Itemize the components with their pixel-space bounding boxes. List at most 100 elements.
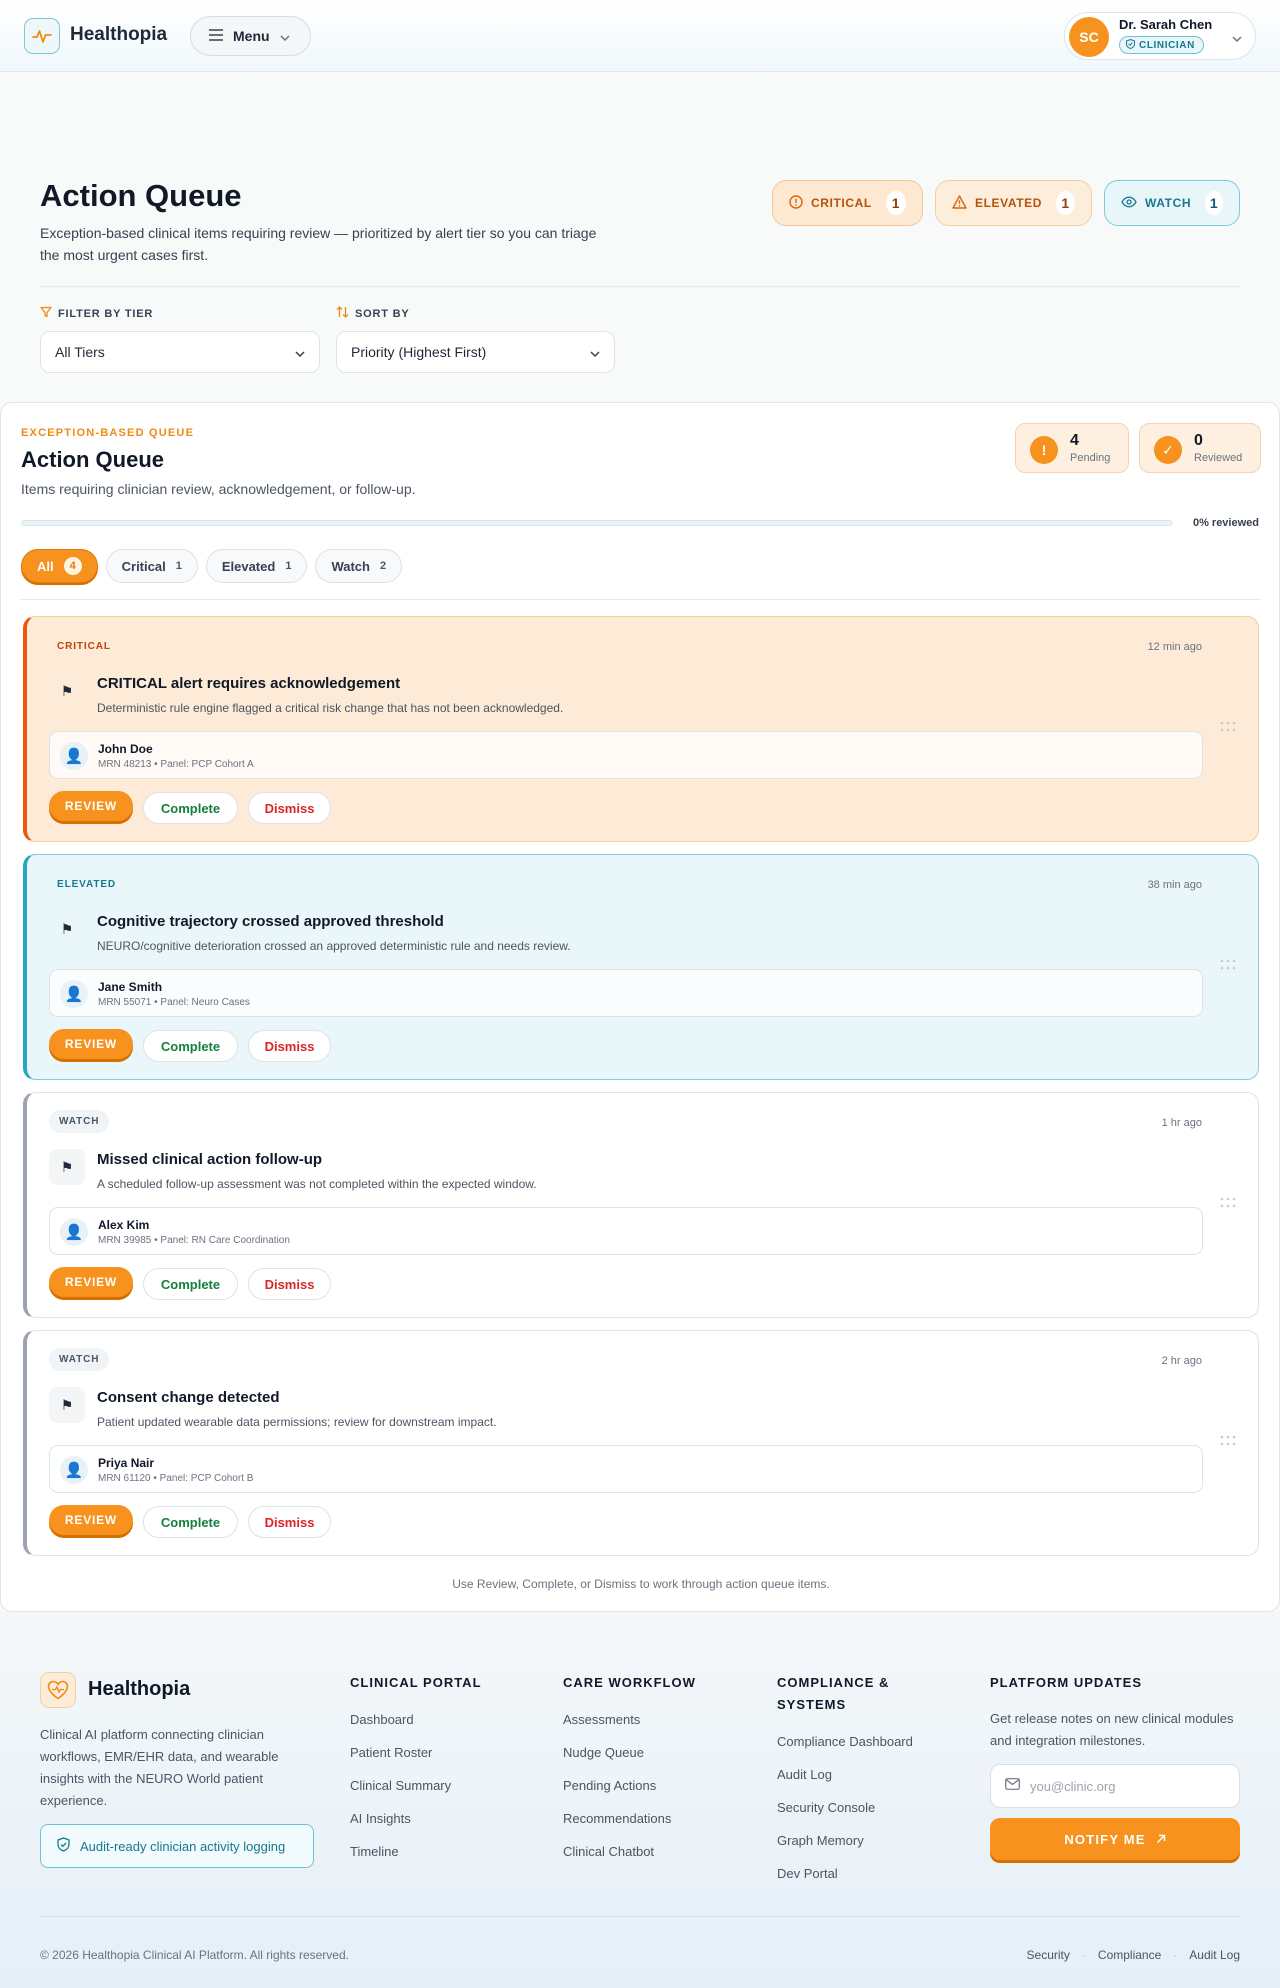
patient-row[interactable]: 👤 Jane Smith MRN 55071 • Panel: Neuro Ca…: [49, 969, 1203, 1017]
drag-handle-icon[interactable]: [1218, 1195, 1238, 1211]
complete-button[interactable]: Complete: [143, 1268, 238, 1300]
footer-links-compliance: Compliance Dashboard Audit Log Security …: [777, 1734, 913, 1899]
review-button[interactable]: REVIEW: [49, 791, 133, 821]
queue-item[interactable]: CRITICAL 12 min ago ⚑ CRITICAL alert req…: [23, 616, 1259, 842]
dismiss-button[interactable]: Dismiss: [248, 1030, 331, 1062]
legal-link-compliance[interactable]: Compliance: [1098, 1948, 1161, 1962]
drag-handle-icon[interactable]: [1218, 719, 1238, 735]
footer-link[interactable]: Patient Roster: [350, 1745, 451, 1778]
footer-brand[interactable]: Healthopia: [88, 1678, 190, 1701]
footer-link[interactable]: Security Console: [777, 1800, 913, 1833]
email-field[interactable]: [990, 1764, 1240, 1808]
dismiss-button[interactable]: Dismiss: [248, 1506, 331, 1538]
notify-me-button[interactable]: NOTIFY ME: [990, 1818, 1240, 1860]
tab-elevated[interactable]: Elevated 1: [205, 549, 308, 583]
panel-eyebrow: EXCEPTION-BASED QUEUE: [21, 427, 195, 439]
complete-button[interactable]: Complete: [143, 1506, 238, 1538]
item-description: Patient updated wearable data permission…: [97, 1415, 497, 1429]
queue-item[interactable]: WATCH 2 hr ago ⚑ Consent change detected…: [23, 1330, 1259, 1556]
item-time: 12 min ago: [1147, 641, 1202, 653]
tier-tabs: All 4 Critical 1 Elevated 1 Watch 2: [21, 549, 403, 583]
tier-filter-select[interactable]: All Tiers: [40, 331, 320, 373]
review-button[interactable]: REVIEW: [49, 1029, 133, 1059]
queue-item[interactable]: ELEVATED 38 min ago ⚑ Cognitive trajecto…: [23, 854, 1259, 1080]
tier-chip-label: CRITICAL: [811, 196, 872, 210]
footer-link[interactable]: Assessments: [563, 1712, 671, 1745]
review-button[interactable]: REVIEW: [49, 1505, 133, 1535]
top-navigation-bar: Healthopia Menu SC Dr. Sarah Chen CLINIC…: [0, 0, 1280, 72]
footer-link[interactable]: Pending Actions: [563, 1778, 671, 1811]
heart-pulse-logo-icon[interactable]: [40, 1672, 76, 1708]
tier-chip-watch[interactable]: WATCH 1: [1104, 180, 1240, 226]
panel-subtitle: Items requiring clinician review, acknow…: [21, 481, 416, 497]
shield-check-icon: [57, 1837, 70, 1855]
sort-select[interactable]: Priority (Highest First): [336, 331, 615, 373]
tab-label: Elevated: [221, 558, 276, 574]
panel-title: Action Queue: [21, 447, 165, 472]
eye-icon: [1121, 196, 1137, 211]
footer-link[interactable]: Compliance Dashboard: [777, 1734, 913, 1767]
patient-avatar-icon: 👤: [60, 742, 88, 770]
hamburger-icon: [209, 28, 223, 44]
brand-logo-icon[interactable]: [24, 18, 60, 54]
tier-tag: CRITICAL: [57, 641, 111, 652]
patient-row[interactable]: 👤 Alex Kim MRN 39985 • Panel: RN Care Co…: [49, 1207, 1203, 1255]
patient-name: Alex Kim: [98, 1218, 150, 1232]
brand-name[interactable]: Healthopia: [70, 24, 167, 46]
footer-link[interactable]: Clinical Chatbot: [563, 1844, 671, 1877]
tier-chip-count: 1: [1056, 191, 1075, 215]
queue-item[interactable]: WATCH 1 hr ago ⚑ Missed clinical action …: [23, 1092, 1259, 1318]
footer-link[interactable]: Recommendations: [563, 1811, 671, 1844]
footer-column-title: CLINICAL PORTAL: [350, 1675, 482, 1690]
footer-link[interactable]: AI Insights: [350, 1811, 451, 1844]
chevron-down-icon: [590, 344, 600, 360]
chevron-down-icon: [1232, 29, 1242, 47]
footer-link[interactable]: Dashboard: [350, 1712, 451, 1745]
dismiss-button[interactable]: Dismiss: [248, 792, 331, 824]
footer-link[interactable]: Dev Portal: [777, 1866, 913, 1899]
dismiss-button[interactable]: Dismiss: [248, 1268, 331, 1300]
menu-button[interactable]: Menu: [190, 16, 311, 56]
legal-link-audit-log[interactable]: Audit Log: [1189, 1948, 1240, 1962]
shield-check-icon: [1126, 38, 1135, 52]
patient-row[interactable]: 👤 John Doe MRN 48213 • Panel: PCP Cohort…: [49, 731, 1203, 779]
email-input[interactable]: [1030, 1778, 1220, 1794]
footer-link[interactable]: Timeline: [350, 1844, 451, 1877]
footer-links-clinical-portal: Dashboard Patient Roster Clinical Summar…: [350, 1712, 451, 1877]
user-menu[interactable]: SC Dr. Sarah Chen CLINICIAN: [1064, 12, 1256, 60]
patient-avatar-icon: 👤: [60, 980, 88, 1008]
complete-button[interactable]: Complete: [143, 792, 238, 824]
reviewed-label: Reviewed: [1194, 452, 1243, 464]
patient-meta: MRN 48213 • Panel: PCP Cohort A: [98, 759, 254, 770]
footer-link[interactable]: Clinical Summary: [350, 1778, 451, 1811]
footer-link[interactable]: Nudge Queue: [563, 1745, 671, 1778]
tier-chip-elevated[interactable]: ELEVATED 1: [935, 180, 1092, 226]
item-description: A scheduled follow-up assessment was not…: [97, 1177, 537, 1191]
footer-links-care-workflow: Assessments Nudge Queue Pending Actions …: [563, 1712, 671, 1877]
reviewed-count: 0: [1194, 432, 1203, 449]
copyright: © 2026 Healthopia Clinical AI Platform. …: [40, 1948, 349, 1962]
review-button[interactable]: REVIEW: [49, 1267, 133, 1297]
legal-link-security[interactable]: Security: [1027, 1948, 1070, 1962]
drag-handle-icon[interactable]: [1218, 1433, 1238, 1449]
reviewed-stat: ✓ 0 Reviewed: [1139, 423, 1261, 473]
footer-link[interactable]: Audit Log: [777, 1767, 913, 1800]
patient-meta: MRN 55071 • Panel: Neuro Cases: [98, 997, 250, 1008]
tier-chip-critical[interactable]: CRITICAL 1: [772, 180, 923, 226]
tab-count: 4: [63, 557, 82, 575]
sort-value: Priority (Highest First): [351, 344, 487, 360]
patient-avatar-icon: 👤: [60, 1456, 88, 1484]
patient-row[interactable]: 👤 Priya Nair MRN 61120 • Panel: PCP Coho…: [49, 1445, 1203, 1493]
tab-count: 1: [175, 560, 182, 572]
sort-arrows-icon: [336, 306, 349, 321]
review-progress-label: 0% reviewed: [1192, 517, 1259, 529]
site-footer: Healthopia Clinical AI platform connecti…: [0, 1612, 1280, 1988]
tab-all[interactable]: All 4: [21, 549, 98, 583]
tab-watch[interactable]: Watch 2: [315, 549, 403, 583]
complete-button[interactable]: Complete: [143, 1030, 238, 1062]
tab-critical[interactable]: Critical 1: [105, 549, 198, 583]
tier-chip-count: 1: [885, 191, 906, 215]
tier-tag: WATCH: [49, 1110, 110, 1133]
footer-link[interactable]: Graph Memory: [777, 1833, 913, 1866]
drag-handle-icon[interactable]: [1218, 957, 1238, 973]
